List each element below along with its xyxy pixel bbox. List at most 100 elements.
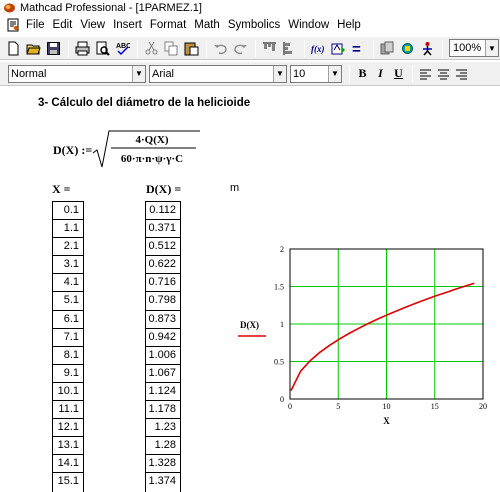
menu-bar: File Edit View Insert Format Math Symbol… bbox=[0, 16, 500, 34]
resource-icon bbox=[380, 41, 394, 54]
menu-file[interactable]: File bbox=[24, 19, 49, 31]
font-size-select[interactable]: 10 ▼ bbox=[290, 64, 342, 83]
insert-unit-icon bbox=[331, 43, 345, 54]
unit-placeholder[interactable]: m bbox=[230, 182, 239, 194]
d-value-cell: 0.512 bbox=[146, 238, 180, 257]
insert-unit-button[interactable] bbox=[329, 39, 348, 58]
section-heading[interactable]: 3- Cálculo del diámetro de la helicioide bbox=[38, 97, 250, 109]
align-center-button[interactable] bbox=[435, 65, 452, 83]
print-preview-icon bbox=[96, 41, 110, 56]
y-tick-label: 2 bbox=[280, 245, 284, 254]
toolbar-separator bbox=[304, 39, 305, 57]
align-down-button[interactable] bbox=[280, 39, 299, 58]
italic-button[interactable]: I bbox=[372, 65, 389, 83]
paste-icon bbox=[184, 42, 199, 55]
component-icon bbox=[402, 42, 413, 54]
formatting-toolbar: Normal ▼ Arial ▼ 10 ▼ B I U bbox=[0, 62, 500, 86]
menu-edit[interactable]: Edit bbox=[49, 19, 77, 31]
x-tick-label: 0 bbox=[288, 402, 292, 411]
y-tick-label: 1 bbox=[280, 320, 284, 329]
menu-window[interactable]: Window bbox=[284, 19, 333, 31]
new-button[interactable] bbox=[4, 39, 23, 58]
insert-function-button[interactable]: f(x) bbox=[309, 39, 328, 58]
print-preview-button[interactable] bbox=[93, 39, 112, 58]
x-value-cell: 5.1 bbox=[53, 292, 83, 311]
chevron-down-icon[interactable]: ▼ bbox=[132, 65, 145, 82]
underline-button[interactable]: U bbox=[390, 65, 407, 83]
x-tick-label: 20 bbox=[479, 402, 487, 411]
chevron-down-icon[interactable]: ▼ bbox=[273, 65, 286, 82]
toolbar-separator bbox=[412, 65, 413, 82]
y-axis-label: D(X) bbox=[240, 320, 259, 330]
x-tick-label: 15 bbox=[431, 402, 439, 411]
resource-center-button[interactable] bbox=[378, 39, 397, 58]
align-left-button[interactable] bbox=[417, 65, 434, 83]
cut-button[interactable] bbox=[142, 39, 161, 58]
redo-button[interactable] bbox=[231, 39, 250, 58]
d-value-cell: 0.716 bbox=[146, 274, 180, 293]
y-tick-label: 1.5 bbox=[274, 283, 284, 292]
toolbar-separator bbox=[442, 39, 443, 57]
x-value-cell: 10.1 bbox=[53, 383, 83, 402]
save-button[interactable] bbox=[44, 39, 63, 58]
zoom-value: 100% bbox=[453, 42, 482, 54]
copy-button[interactable] bbox=[162, 39, 181, 58]
xy-plot[interactable]: 0 5 10 15 20 0 0.5 1 1.5 2 X D(X) bbox=[232, 242, 492, 427]
x-value-cell: 15.1 bbox=[57, 475, 79, 488]
undo-icon bbox=[214, 44, 227, 54]
d-table-header[interactable]: D(X) = bbox=[146, 182, 181, 197]
spell-check-button[interactable]: ABC bbox=[113, 39, 132, 58]
x-value-cell: 4.1 bbox=[53, 274, 83, 293]
font-value: Arial bbox=[152, 67, 175, 80]
paste-button[interactable] bbox=[182, 39, 201, 58]
chevron-down-icon[interactable]: ▼ bbox=[485, 40, 498, 56]
x-value-cell: 3.1 bbox=[53, 256, 83, 275]
undo-button[interactable] bbox=[211, 39, 230, 58]
toolbar-separator bbox=[255, 39, 256, 57]
help-icon bbox=[423, 41, 432, 55]
toolbar-separator bbox=[137, 39, 138, 57]
x-value-cell: 0.1 bbox=[53, 202, 83, 221]
align-across-button[interactable] bbox=[260, 39, 279, 58]
menu-symbolics[interactable]: Symbolics bbox=[224, 19, 284, 31]
sqrt-formula[interactable]: 4·Q(X) 60·π·n·ψ·γ·C bbox=[92, 129, 202, 171]
zoom-select[interactable]: 100% ▼ bbox=[449, 39, 499, 57]
formula-definition[interactable]: D(X) := bbox=[53, 143, 92, 158]
standard-toolbar: ABC f(x) = 100% ▼ bbox=[0, 36, 500, 60]
component-button[interactable] bbox=[398, 39, 417, 58]
x-value-cell: 12.1 bbox=[53, 419, 83, 438]
x-tick-label: 5 bbox=[336, 402, 340, 411]
series-line bbox=[290, 282, 475, 391]
menu-insert[interactable]: Insert bbox=[109, 19, 146, 31]
d-values-table[interactable]: 0.112 0.371 0.512 0.622 0.716 0.798 0.873 0.942… bbox=[145, 201, 181, 492]
calculate-button[interactable]: = bbox=[349, 39, 368, 58]
align-right-button[interactable] bbox=[453, 65, 470, 83]
x-table-header[interactable]: X = bbox=[52, 182, 71, 197]
d-value-cell: 1.124 bbox=[146, 383, 180, 402]
redo-icon bbox=[234, 44, 247, 54]
align-icon bbox=[263, 42, 276, 51]
open-button[interactable] bbox=[24, 39, 43, 58]
menu-view[interactable]: View bbox=[76, 19, 109, 31]
x-value-cell: 11.1 bbox=[53, 401, 83, 420]
menu-help[interactable]: Help bbox=[333, 19, 365, 31]
new-icon bbox=[8, 41, 19, 55]
document-icon[interactable] bbox=[6, 18, 20, 32]
bold-button[interactable]: B bbox=[354, 65, 371, 83]
menu-math[interactable]: Math bbox=[190, 19, 224, 31]
help-button[interactable] bbox=[418, 39, 437, 58]
toolbar-separator bbox=[373, 39, 374, 57]
toolbar-separator bbox=[68, 39, 69, 57]
x-value-cell: 1.1 bbox=[53, 220, 83, 239]
style-select[interactable]: Normal ▼ bbox=[8, 64, 146, 83]
worksheet[interactable]: 3- Cálculo del diámetro de la helicioide… bbox=[0, 87, 500, 492]
menu-format[interactable]: Format bbox=[146, 19, 190, 31]
print-button[interactable] bbox=[73, 39, 92, 58]
chevron-down-icon[interactable]: ▼ bbox=[328, 65, 341, 82]
align-center-icon bbox=[438, 69, 449, 79]
font-select[interactable]: Arial ▼ bbox=[149, 64, 287, 83]
d-value-cell: 1.28 bbox=[146, 437, 180, 456]
style-value: Normal bbox=[11, 67, 47, 80]
x-values-table[interactable]: 0.1 1.1 2.1 3.1 4.1 5.1 6.1 7.1 8.1 9.1 10.1 11.1 12… bbox=[52, 201, 84, 492]
cut-icon bbox=[145, 41, 158, 54]
